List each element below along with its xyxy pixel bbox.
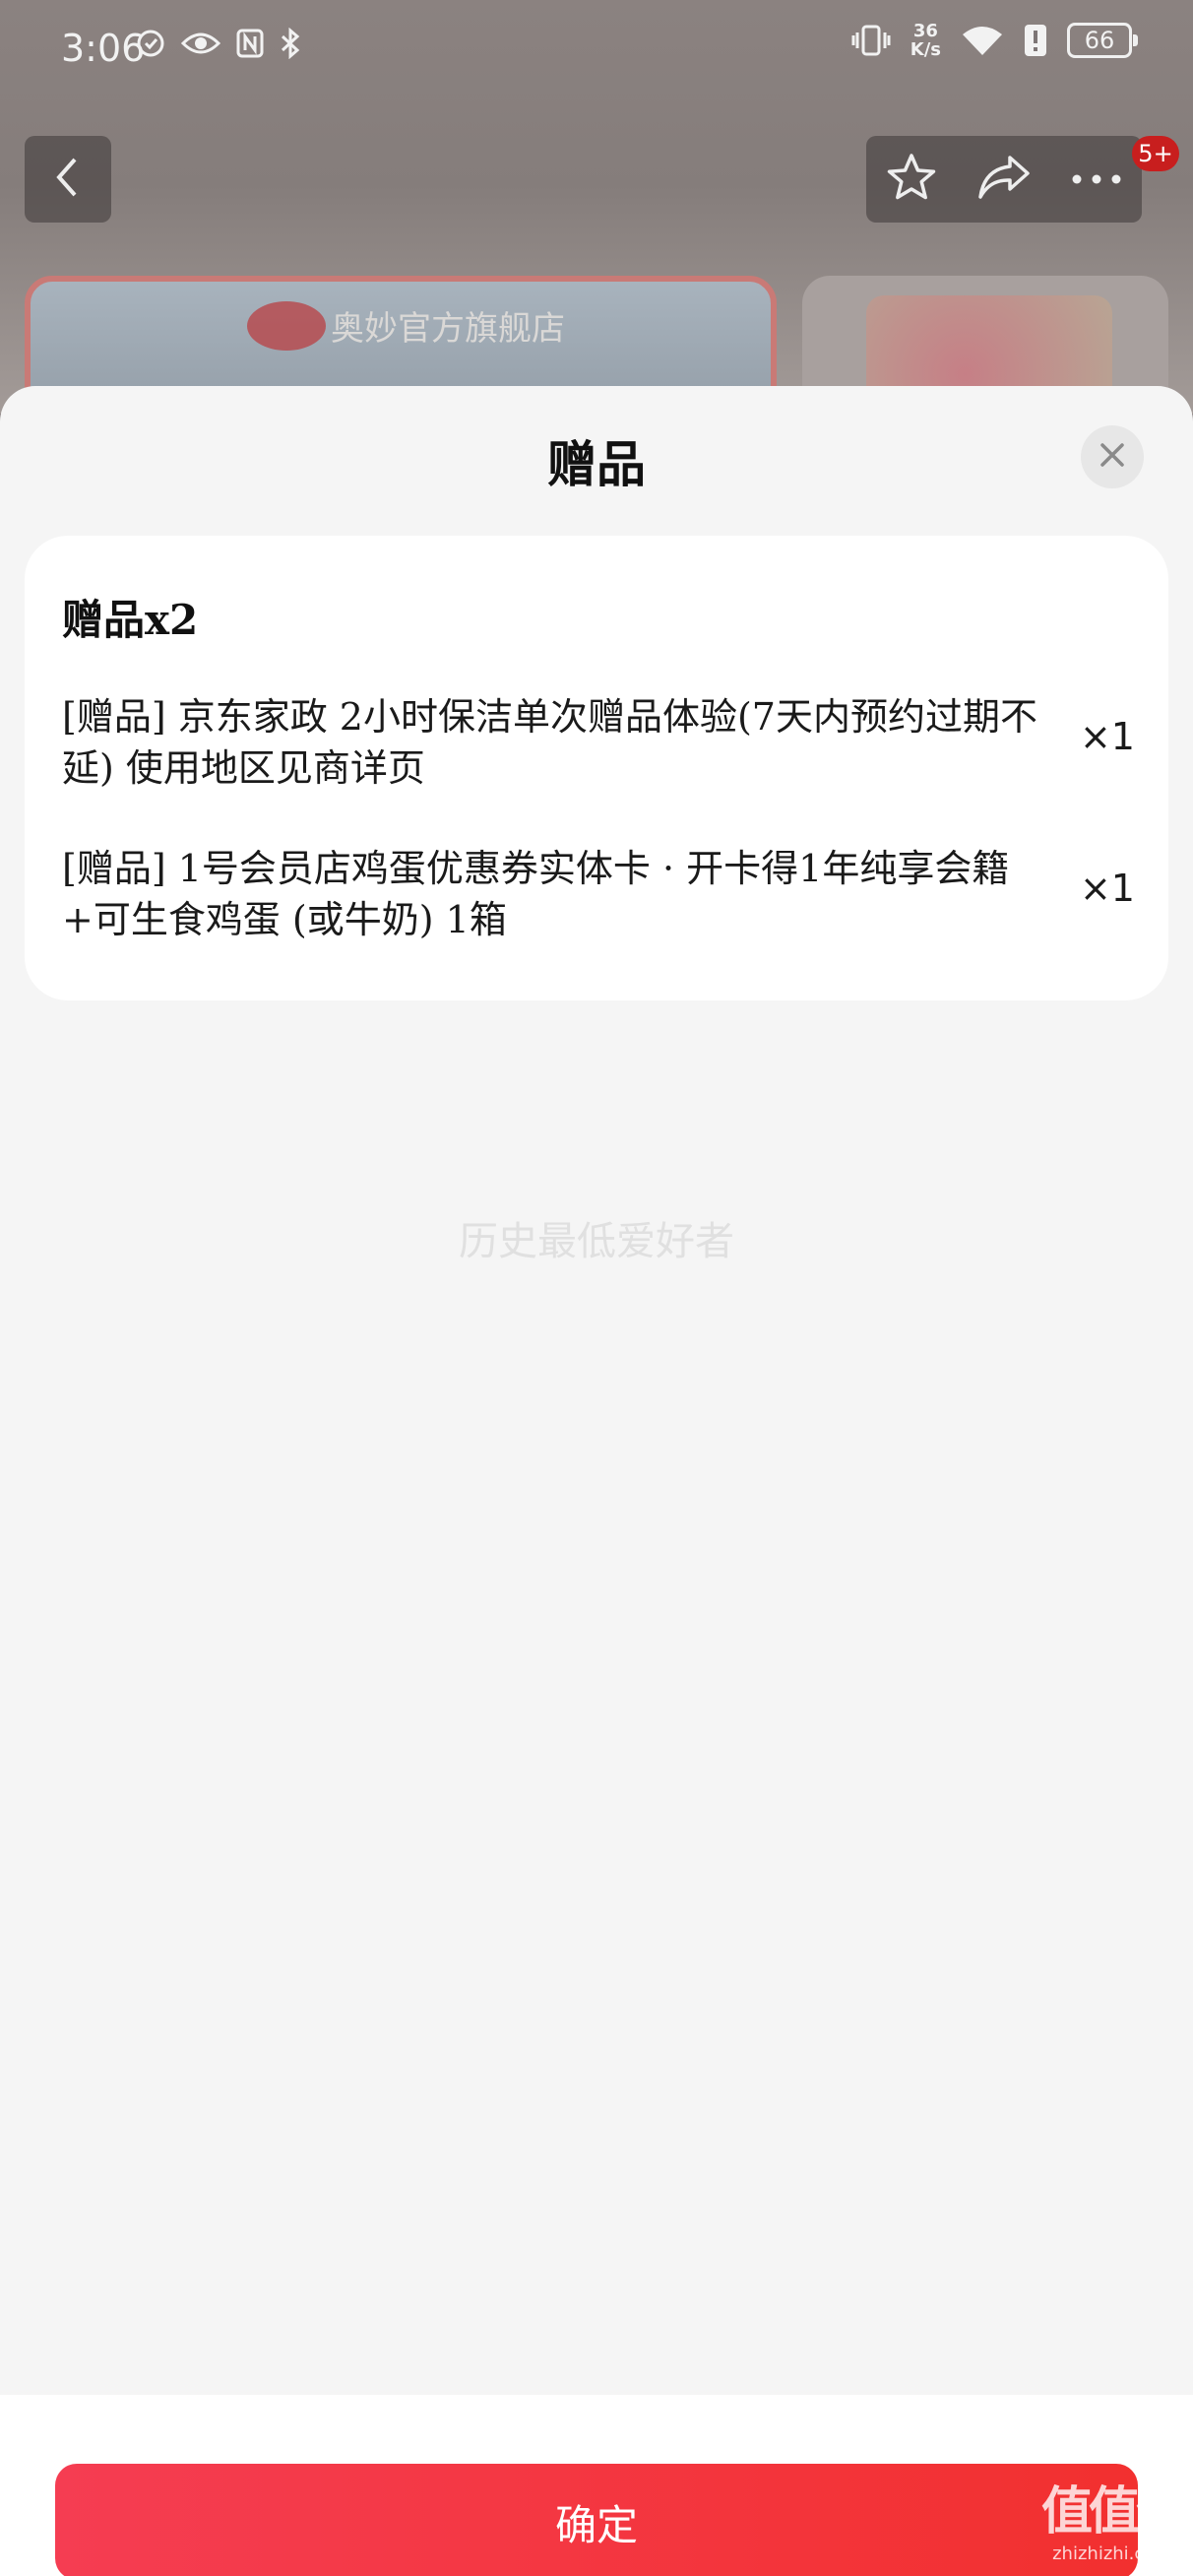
back-button[interactable] <box>25 136 111 223</box>
net-speed: 36 K/s <box>910 22 941 59</box>
more-icon[interactable] <box>1071 170 1122 189</box>
site-watermark-logo: 值值值 zhizhizhi.com <box>1040 2470 1187 2564</box>
gift-list-card: 赠品x2 [赠品] 京东家政 2小时保洁单次赠品体验(7天内预约过期不延) 使用… <box>25 536 1168 1000</box>
gift-item-name: [赠品] 1号会员店鸡蛋优惠券实体卡 · 开卡得1年纯享会籍+可生食鸡蛋 (或牛… <box>62 847 1010 941</box>
gift-sheet: 赠品 赠品x2 [赠品] 京东家政 2小时保洁单次赠品体验(7天内预约过期不延)… <box>0 386 1193 2576</box>
sheet-title: 赠品 <box>547 435 646 493</box>
cart-badge: 5+ <box>1132 136 1179 171</box>
site-watermark-url: zhizhizhi.com <box>1052 2544 1172 2564</box>
gift-count-heading: 赠品x2 <box>62 596 199 644</box>
vibrate-icon <box>851 24 891 57</box>
store-name: 奥妙官方旗舰店 <box>331 309 565 349</box>
site-watermark-mark: 值值值 <box>1040 2482 1187 2542</box>
app-notification-icon <box>136 29 165 58</box>
close-icon <box>1099 441 1126 473</box>
gift-item: [赠品] 1号会员店鸡蛋优惠券实体卡 · 开卡得1年纯享会籍+可生食鸡蛋 (或牛… <box>62 843 1135 945</box>
status-right-icons: 36 K/s 66 <box>851 22 1138 59</box>
close-button[interactable] <box>1081 425 1144 488</box>
gift-item-name: [赠品] 京东家政 2小时保洁单次赠品体验(7天内预约过期不延) 使用地区见商详… <box>62 695 1037 790</box>
nav-actions <box>866 136 1142 223</box>
watermark-text: 历史最低爱好者 <box>459 1219 734 1264</box>
status-bar: 3:06 36 K/s 66 <box>0 0 1193 98</box>
gift-item: [赠品] 京东家政 2小时保洁单次赠品体验(7天内预约过期不延) 使用地区见商详… <box>62 691 1135 794</box>
nfc-icon <box>236 29 264 58</box>
bluetooth-icon <box>280 28 301 59</box>
battery-indicator: 66 <box>1067 23 1138 58</box>
chevron-left-icon <box>53 156 83 203</box>
wifi-icon <box>961 25 1004 56</box>
brand-logo <box>247 301 326 351</box>
net-speed-value: 36 <box>912 21 938 41</box>
eye-icon <box>181 30 220 57</box>
gift-item-qty: ×1 <box>1079 715 1135 758</box>
alert-icon <box>1024 24 1047 57</box>
confirm-button[interactable]: 确定 <box>55 2464 1138 2576</box>
share-icon[interactable] <box>976 154 1032 205</box>
background-page: 3:06 36 K/s 66 5+ 奥妙官方旗舰店 <box>0 0 1193 453</box>
gift-item-qty: ×1 <box>1079 867 1135 910</box>
status-time: 3:06 <box>61 27 146 70</box>
star-icon[interactable] <box>886 153 937 206</box>
sheet-footer: 确定 值值值 zhizhizhi.com <box>0 2395 1193 2576</box>
net-speed-unit: K/s <box>910 39 941 60</box>
status-left-icons <box>136 28 301 59</box>
